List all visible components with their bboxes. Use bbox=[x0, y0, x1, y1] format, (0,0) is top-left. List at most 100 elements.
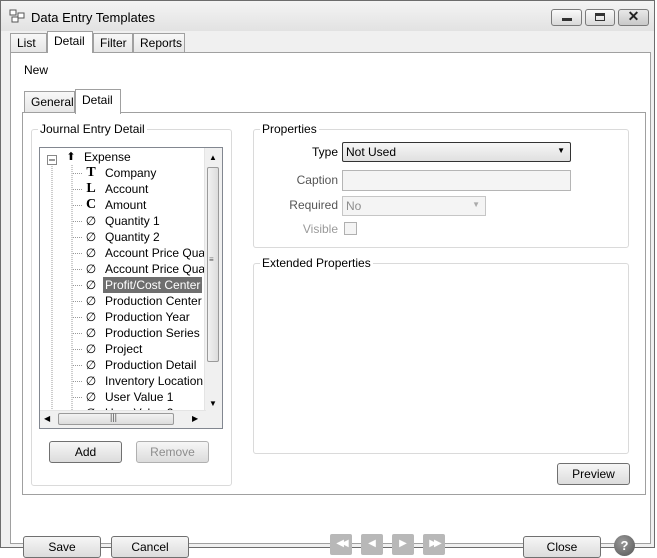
cancel-button[interactable]: Cancel bbox=[111, 536, 189, 558]
scroll-left-icon[interactable]: ◀ bbox=[44, 414, 50, 423]
last-record-button[interactable]: ▶▶ bbox=[423, 534, 445, 555]
tree-item-label: Project bbox=[105, 342, 143, 356]
previous-record-button[interactable]: ◀ bbox=[361, 534, 383, 555]
tree-item[interactable]: ∅ Production Series bbox=[40, 325, 206, 341]
tree-item-label: Amount bbox=[105, 198, 147, 212]
data-entry-templates-window: Data Entry Templates ✕ List Detail Filte… bbox=[0, 0, 655, 558]
field-type-icon: ∅ bbox=[85, 246, 97, 260]
required-label: Required bbox=[289, 198, 338, 212]
preview-button[interactable]: Preview bbox=[557, 463, 630, 485]
tree-item[interactable]: ∅ Production Center bbox=[40, 293, 206, 309]
tree-connector bbox=[73, 381, 82, 382]
scroll-corner bbox=[205, 411, 222, 428]
tree-vertical-scrollbar[interactable]: ▲ ≡ ▼ bbox=[204, 148, 222, 428]
tree-item[interactable]: C Amount bbox=[40, 197, 206, 213]
scroll-down-icon[interactable]: ▼ bbox=[209, 399, 217, 408]
close-button[interactable]: Close bbox=[523, 536, 601, 558]
grip-icon-h: ||| bbox=[110, 412, 118, 422]
next-record-button[interactable]: ▶ bbox=[392, 534, 414, 555]
detail-tab-panel: New General Detail Journal Entry Detail bbox=[10, 52, 651, 558]
tree-item-label: Quantity 1 bbox=[105, 214, 160, 228]
tab-filter[interactable]: Filter bbox=[93, 33, 133, 52]
tree-connector bbox=[73, 173, 82, 174]
visible-checkbox[interactable] bbox=[344, 222, 357, 235]
type-select[interactable]: Not Used ▼ bbox=[342, 142, 571, 162]
app-icon bbox=[9, 9, 25, 23]
tree-item[interactable]: ∅ Production Year bbox=[40, 309, 206, 325]
inner-tab-detail[interactable]: Detail bbox=[75, 89, 121, 114]
tree-connector bbox=[73, 301, 82, 302]
tree-item[interactable]: ∅ Production Detail bbox=[40, 357, 206, 373]
scroll-right-icon[interactable]: ▶ bbox=[192, 414, 198, 423]
tree-connector bbox=[73, 397, 82, 398]
first-record-button[interactable]: ◀◀ bbox=[330, 534, 352, 555]
journal-entry-detail-label: Journal Entry Detail bbox=[38, 122, 147, 136]
extended-properties-group: Extended Properties bbox=[253, 256, 629, 454]
tree-item[interactable]: ∅ Quantity 1 bbox=[40, 213, 206, 229]
tree-item[interactable]: ∅ Profit/Cost Center bbox=[40, 277, 206, 293]
tree-item[interactable]: ∅ Project bbox=[40, 341, 206, 357]
tab-detail[interactable]: Detail bbox=[47, 31, 93, 53]
save-button[interactable]: Save bbox=[23, 536, 101, 558]
tree-item[interactable]: ∅ Quantity 2 bbox=[40, 229, 206, 245]
remove-button[interactable]: Remove bbox=[136, 441, 209, 463]
extended-properties-label: Extended Properties bbox=[260, 256, 373, 270]
field-type-icon: C bbox=[85, 197, 97, 212]
next-icon: ▶ bbox=[399, 538, 407, 549]
journal-entry-detail-group: Journal Entry Detail ⬆ Expense T Company L Ac… bbox=[31, 122, 232, 486]
tree-connector bbox=[73, 205, 82, 206]
field-type-icon: ∅ bbox=[85, 374, 97, 388]
add-button[interactable]: Add bbox=[49, 441, 122, 463]
field-type-icon: ∅ bbox=[85, 358, 97, 372]
field-type-icon: ∅ bbox=[85, 262, 97, 276]
field-type-icon: ∅ bbox=[85, 342, 97, 356]
type-value: Not Used bbox=[346, 145, 397, 159]
window-title: Data Entry Templates bbox=[31, 10, 156, 25]
tree-connector bbox=[73, 189, 82, 190]
tab-list[interactable]: List bbox=[10, 33, 47, 52]
tree-connector bbox=[73, 253, 82, 254]
properties-group: Properties Type Not Used ▼ Caption Requi… bbox=[253, 122, 629, 248]
tree-horizontal-scrollbar[interactable]: ◀ ||| ▶ bbox=[40, 410, 206, 428]
tree-item-label: Account Price Quanti bbox=[105, 246, 218, 260]
tree-item[interactable]: ∅ Account Price Quanti bbox=[40, 261, 218, 277]
tree-item[interactable]: ∅ Inventory Location bbox=[40, 373, 206, 389]
minimize-button[interactable] bbox=[551, 9, 582, 26]
tree-item[interactable]: ∅ User Value 1 bbox=[40, 389, 206, 405]
field-type-icon: L bbox=[86, 181, 96, 196]
title-bar[interactable]: Data Entry Templates ✕ bbox=[1, 1, 654, 31]
tree-item-label: Company bbox=[105, 166, 157, 180]
maximize-button[interactable] bbox=[585, 9, 615, 26]
help-icon[interactable]: ? bbox=[614, 535, 635, 556]
inner-tab-general[interactable]: General bbox=[24, 91, 75, 113]
field-type-icon: ⬆ bbox=[66, 151, 76, 163]
first-icon: ◀◀ bbox=[336, 538, 349, 549]
tree-item[interactable]: L Account bbox=[40, 181, 206, 197]
required-value: No bbox=[346, 199, 362, 213]
chevron-down-icon: ▼ bbox=[472, 200, 480, 209]
caption-label: Caption bbox=[296, 173, 338, 187]
tree-item-label: Production Year bbox=[105, 310, 190, 324]
mode-label: New bbox=[24, 63, 49, 77]
field-type-icon: ∅ bbox=[85, 214, 97, 228]
tree-connector bbox=[73, 221, 82, 222]
journal-tree[interactable]: ⬆ Expense T Company L Account C Amount ∅ Quantity… bbox=[39, 147, 223, 429]
last-icon: ▶▶ bbox=[429, 538, 442, 549]
tree-item[interactable]: ∅ Account Price Quanti bbox=[40, 245, 218, 261]
tree-connector bbox=[73, 333, 82, 334]
field-type-icon: ∅ bbox=[85, 310, 97, 324]
tree-connector bbox=[73, 285, 82, 286]
vertical-scroll-thumb[interactable] bbox=[207, 167, 219, 362]
tree-connector bbox=[73, 237, 82, 238]
tree-connector bbox=[73, 365, 82, 366]
tree-item[interactable]: T Company bbox=[40, 165, 206, 181]
tab-reports[interactable]: Reports bbox=[133, 33, 185, 52]
tree-item-label: Account bbox=[105, 182, 149, 196]
tree-item[interactable]: ⬆ Expense bbox=[40, 149, 206, 165]
tree-item-label: Inventory Location bbox=[105, 374, 204, 388]
caption-field[interactable] bbox=[342, 170, 571, 191]
scroll-up-icon[interactable]: ▲ bbox=[209, 153, 217, 162]
field-type-icon: ∅ bbox=[85, 326, 97, 340]
required-select[interactable]: No ▼ bbox=[342, 196, 486, 216]
close-window-button[interactable]: ✕ bbox=[618, 8, 649, 26]
